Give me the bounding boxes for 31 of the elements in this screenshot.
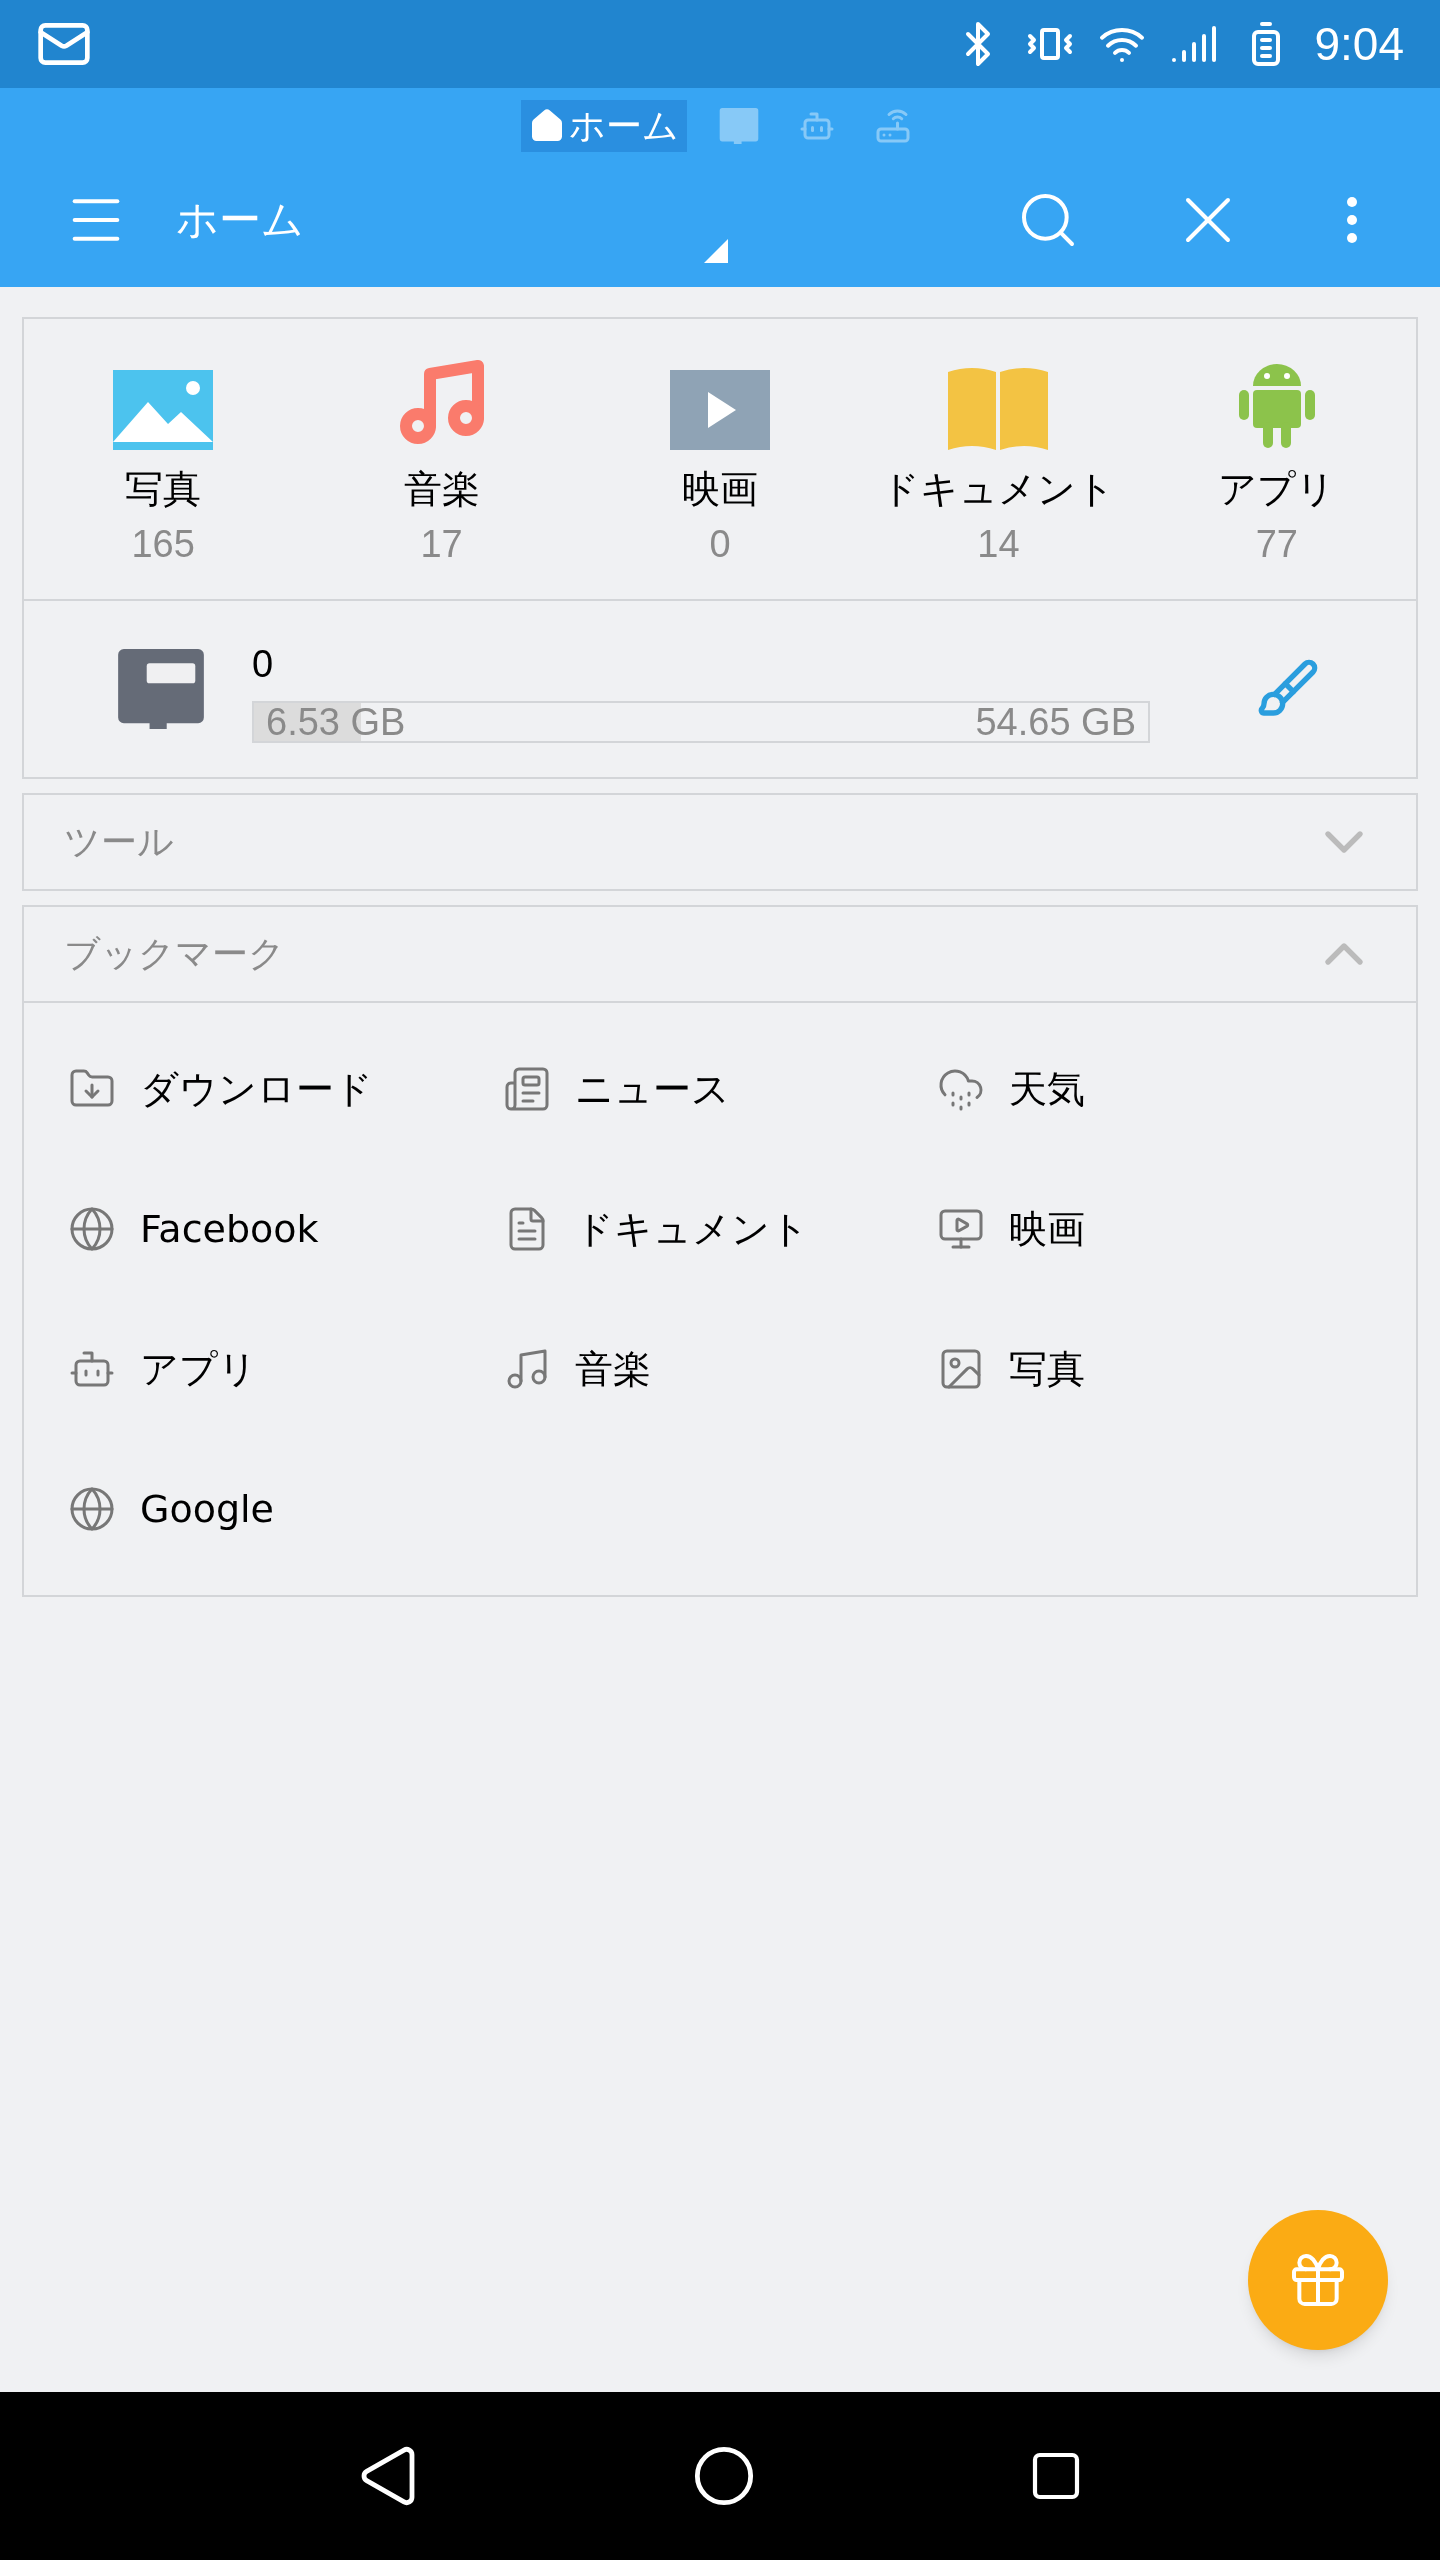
category-tile[interactable]: 音楽 17	[302, 349, 581, 569]
open-book-icon	[948, 365, 1049, 450]
clock: 9:04	[1314, 16, 1404, 72]
network-icon	[875, 108, 911, 144]
bookmark-item[interactable]: 音楽	[502, 1299, 938, 1439]
bookmark-item[interactable]: ニュース	[502, 1019, 938, 1159]
bookmark-item[interactable]: Facebook	[68, 1159, 503, 1299]
more-vertical-icon	[1347, 196, 1357, 243]
globe-icon	[68, 1205, 116, 1253]
category-tile[interactable]: ドキュメント 14	[859, 349, 1138, 569]
category-tile[interactable]: 写真 165	[24, 349, 303, 569]
category-tile[interactable]: 映画 0	[580, 349, 860, 569]
storage-name: 0	[252, 641, 275, 687]
bookmark-item[interactable]: アプリ	[68, 1299, 503, 1439]
globe-icon	[68, 1485, 116, 1533]
home-button[interactable]	[692, 2444, 756, 2508]
home-icon	[692, 2444, 756, 2508]
bookmark-item[interactable]: 映画	[937, 1159, 1372, 1299]
image-icon	[113, 369, 214, 450]
bookmark-item[interactable]: ダウンロード	[68, 1019, 503, 1159]
bookmark-item[interactable]: Google	[68, 1439, 503, 1579]
total-space: 54.65 GB	[975, 702, 1136, 741]
category-tile[interactable]: アプリ 77	[1137, 349, 1416, 569]
used-space: 6.53 GB	[266, 702, 406, 741]
video-play-icon	[670, 369, 770, 450]
bookmark-item[interactable]: 天気	[937, 1019, 1372, 1159]
dropdown-corner-icon[interactable]	[704, 239, 728, 263]
home-icon	[529, 108, 565, 144]
bookmark-item[interactable]: ドキュメント	[502, 1159, 938, 1299]
bookmark-item[interactable]: 写真	[937, 1299, 1372, 1439]
app-bar-title: ホーム	[176, 194, 304, 246]
